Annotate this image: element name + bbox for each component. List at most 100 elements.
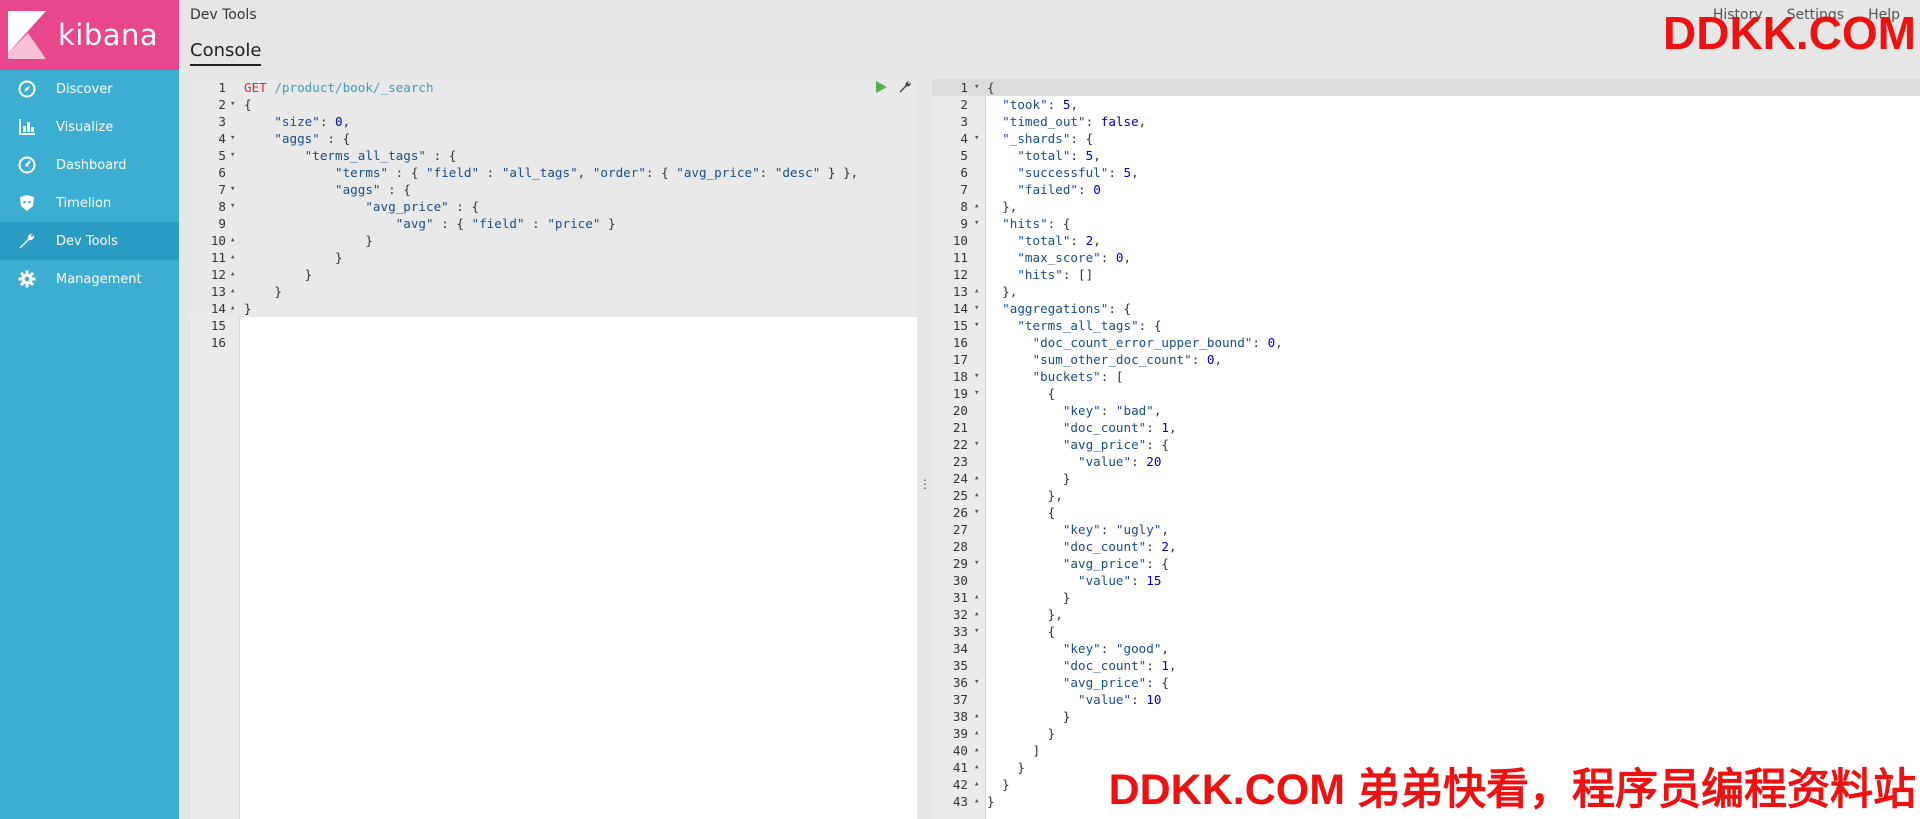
fold-close-icon[interactable]: ▴ (230, 232, 235, 249)
request-line: 2 ▾ { (190, 96, 917, 113)
response-line: 1 ▾ { (932, 79, 1920, 96)
line-number: 40 (952, 743, 968, 758)
sidebar-item-label: Discover (56, 81, 113, 97)
fold-close-icon[interactable]: ▴ (974, 776, 979, 793)
line-number: 15 (210, 318, 226, 333)
code-text: { (244, 97, 252, 112)
response-line: 28 "doc_count": 2, (932, 538, 1920, 555)
play-icon[interactable] (874, 80, 888, 94)
fold-close-icon[interactable]: ▴ (974, 606, 979, 623)
fold-open-icon[interactable]: ▾ (974, 368, 979, 385)
fold-close-icon[interactable]: ▴ (974, 725, 979, 742)
request-actions (874, 80, 912, 94)
fold-close-icon[interactable]: ▴ (230, 300, 235, 317)
code-text: } (987, 709, 1071, 724)
line-number: 7 (218, 182, 226, 197)
request-editor[interactable]: 1 GET /product/book/_search 2 ▾ {3 "size": 0… (190, 79, 917, 819)
code-text: "buckets": [ (1032, 369, 1124, 384)
sidebar-item-timelion[interactable]: Timelion (0, 184, 179, 222)
code-text: { (987, 386, 1056, 401)
fold-open-icon[interactable]: ▾ (974, 385, 979, 402)
fold-open-icon[interactable]: ▾ (974, 130, 979, 147)
fold-close-icon[interactable]: ▴ (974, 589, 979, 606)
pane-resizer[interactable]: ⋮ (919, 477, 931, 493)
fold-close-icon[interactable]: ▴ (974, 742, 979, 759)
response-line: 16 "doc_count_error_upper_bound": 0, (932, 334, 1920, 351)
wrench-icon[interactable] (898, 80, 912, 94)
fold-open-icon[interactable]: ▾ (974, 79, 979, 96)
response-line: 14 ▾ "aggregations": { (932, 300, 1920, 317)
fold-open-icon[interactable]: ▾ (974, 317, 979, 334)
fold-open-icon[interactable]: ▾ (230, 96, 235, 113)
code-text: "hits": [] (1017, 267, 1094, 282)
line-number: 12 (952, 267, 968, 282)
response-editor[interactable]: 1 ▾{2 "took": 5, 3 "timed_out": false, 4 ▾ "… (932, 79, 1920, 819)
fold-open-icon[interactable]: ▾ (974, 555, 979, 572)
sidebar-item-discover[interactable]: Discover (0, 70, 179, 108)
code-text: } (987, 794, 995, 809)
fold-open-icon[interactable]: ▾ (230, 130, 235, 147)
line-number: 5 (218, 148, 226, 163)
line-number: 10 (952, 233, 968, 248)
tab-console[interactable]: Console (190, 40, 262, 66)
response-line: 2 "took": 5, (932, 96, 1920, 113)
code-text: "terms" : { "field" : "all_tags", "order… (335, 165, 859, 180)
fold-open-icon[interactable]: ▾ (974, 300, 979, 317)
sidebar-item-dashboard[interactable]: Dashboard (0, 146, 179, 184)
response-line: 10 "total": 2, (932, 232, 1920, 249)
code-text: "doc_count": 2, (1062, 539, 1177, 554)
fold-open-icon[interactable]: ▾ (974, 504, 979, 521)
request-line: 6 "terms" : { "field" : "all_tags", "ord… (190, 164, 917, 181)
fold-close-icon[interactable]: ▴ (974, 198, 979, 215)
fold-open-icon[interactable]: ▾ (974, 623, 979, 640)
fold-close-icon[interactable]: ▴ (230, 283, 235, 300)
line-number: 13 (210, 284, 226, 299)
response-line: 34 "key": "good", (932, 640, 1920, 657)
response-line: 27 "key": "ugly", (932, 521, 1920, 538)
fold-close-icon[interactable]: ▴ (974, 793, 979, 810)
request-line: 13 ▴ } (190, 283, 917, 300)
response-line: 24 ▴ } (932, 470, 1920, 487)
response-line: 4 ▾ "_shards": { (932, 130, 1920, 147)
fold-open-icon[interactable]: ▾ (974, 436, 979, 453)
request-line: 7 ▾ "aggs" : { (190, 181, 917, 198)
fold-open-icon[interactable]: ▾ (974, 674, 979, 691)
line-number: 37 (952, 692, 968, 707)
fold-close-icon[interactable]: ▴ (974, 759, 979, 776)
line-number: 26 (952, 505, 968, 520)
fold-open-icon[interactable]: ▾ (230, 198, 235, 215)
fold-close-icon[interactable]: ▴ (230, 266, 235, 283)
line-number: 31 (952, 590, 968, 605)
code-text: } (987, 590, 1071, 605)
line-number: 5 (960, 148, 968, 163)
response-line: 25 ▴ }, (932, 487, 1920, 504)
response-line: 12 "hits": [] (932, 266, 1920, 283)
fold-close-icon[interactable]: ▴ (230, 249, 235, 266)
line-number: 25 (952, 488, 968, 503)
sidebar-item-label: Dev Tools (56, 233, 118, 249)
response-line: 36 ▾ "avg_price": { (932, 674, 1920, 691)
sidebar-item-visualize[interactable]: Visualize (0, 108, 179, 146)
fold-close-icon[interactable]: ▴ (974, 487, 979, 504)
kibana-logo[interactable]: kibana (0, 0, 179, 70)
code-text: "_shards": { (1002, 131, 1094, 146)
line-number: 3 (218, 114, 226, 129)
code-text: }, (987, 199, 1018, 214)
code-text: } (244, 267, 313, 282)
code-text: "timed_out": false, (1002, 114, 1147, 129)
code-text: "terms_all_tags": { (1017, 318, 1162, 333)
line-number: 34 (952, 641, 968, 656)
fold-close-icon[interactable]: ▴ (974, 283, 979, 300)
bar-chart-icon (18, 118, 36, 136)
fold-close-icon[interactable]: ▴ (974, 470, 979, 487)
code-text: }, (987, 284, 1018, 299)
line-number: 14 (210, 301, 226, 316)
fold-close-icon[interactable]: ▴ (974, 708, 979, 725)
sidebar-item-management[interactable]: Management (0, 260, 179, 298)
response-line: 3 "timed_out": false, (932, 113, 1920, 130)
fold-open-icon[interactable]: ▾ (230, 181, 235, 198)
sidebar-item-dev-tools[interactable]: Dev Tools (0, 222, 179, 260)
fold-open-icon[interactable]: ▾ (974, 215, 979, 232)
fold-open-icon[interactable]: ▾ (230, 147, 235, 164)
code-text: "avg_price": { (1062, 437, 1169, 452)
